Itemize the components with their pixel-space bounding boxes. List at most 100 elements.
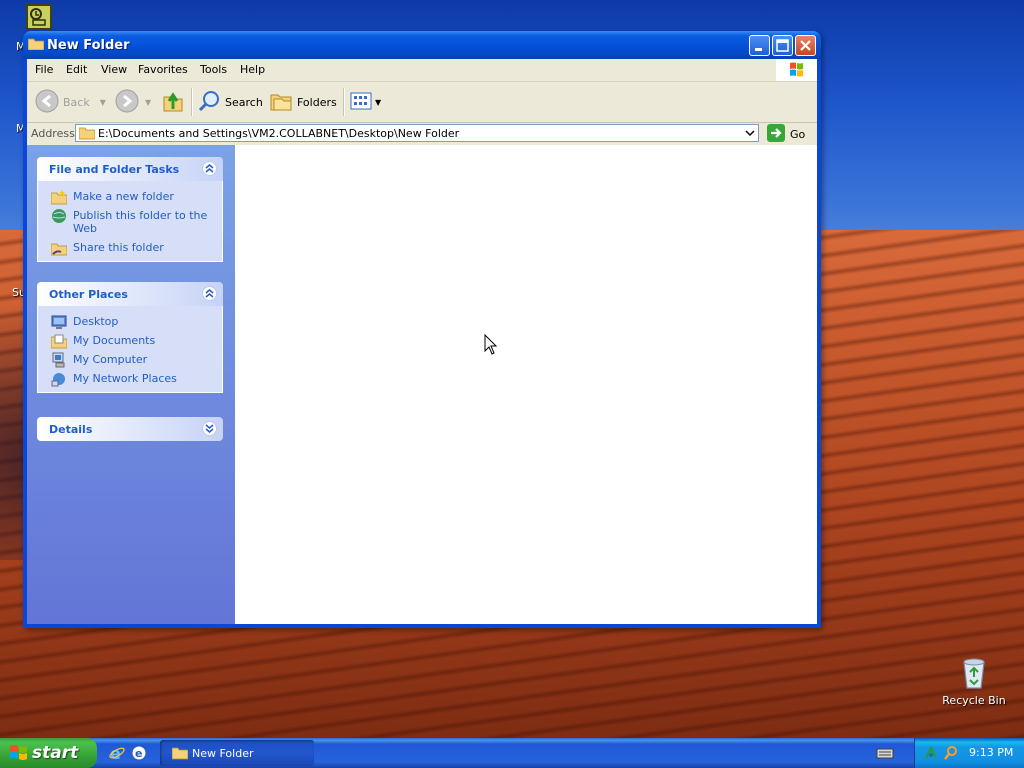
search-icon xyxy=(197,89,221,116)
task-label: Share this folder xyxy=(73,241,164,254)
internet-explorer-icon[interactable]: e xyxy=(108,744,126,765)
menu-bar: File Edit View Favorites Tools Help xyxy=(27,59,817,82)
task-pane: File and Folder Tasks Make a new folder xyxy=(27,145,235,624)
views-button[interactable]: ▼ xyxy=(349,89,381,115)
task-publish-folder[interactable]: Publish this folder to the Web xyxy=(38,206,222,238)
maximize-icon xyxy=(773,36,792,55)
place-label: My Network Places xyxy=(73,372,177,385)
windows-flag-icon xyxy=(9,744,29,765)
collapse-chevron-icon[interactable] xyxy=(202,286,217,301)
keyboard-icon[interactable] xyxy=(876,746,894,763)
share-folder-icon xyxy=(50,240,68,256)
address-dropdown-icon[interactable] xyxy=(742,125,758,141)
toolbar-separator xyxy=(191,88,193,116)
mouse-cursor-icon xyxy=(484,333,498,356)
collapse-chevron-icon[interactable] xyxy=(202,161,217,176)
up-folder-button[interactable] xyxy=(161,89,185,115)
panel-header[interactable]: File and Folder Tasks xyxy=(37,157,223,181)
task-make-new-folder[interactable]: Make a new folder xyxy=(38,187,222,206)
search-tray-icon[interactable] xyxy=(943,745,959,764)
minimize-button[interactable] xyxy=(749,35,770,56)
details-panel: Details xyxy=(37,417,223,441)
globe-icon xyxy=(51,208,67,224)
start-label: start xyxy=(32,743,79,763)
my-documents-icon xyxy=(50,333,68,349)
expand-chevron-icon[interactable] xyxy=(202,421,217,436)
recycle-bin-label: Recycle Bin xyxy=(942,694,1006,707)
title-bar[interactable]: New Folder xyxy=(23,31,821,59)
views-icon xyxy=(349,89,373,116)
svg-text:e: e xyxy=(135,747,142,760)
back-label: Back xyxy=(63,95,90,109)
new-folder-icon xyxy=(50,189,68,205)
folder-content-area[interactable] xyxy=(235,145,817,624)
menu-tools[interactable]: Tools xyxy=(200,63,227,76)
folder-icon xyxy=(78,126,96,143)
forward-button[interactable]: ▼ xyxy=(115,89,151,115)
up-folder-icon xyxy=(161,89,185,116)
panel-title: File and Folder Tasks xyxy=(49,163,180,176)
views-dropdown-icon[interactable]: ▼ xyxy=(375,98,381,107)
recycle-bin[interactable]: Recycle Bin xyxy=(934,656,1014,707)
place-my-documents[interactable]: My Documents xyxy=(38,331,222,350)
place-my-network-places[interactable]: My Network Places xyxy=(38,369,222,388)
forward-arrow-icon xyxy=(115,89,139,116)
address-input[interactable]: E:\Documents and Settings\VM2.COLLABNET\… xyxy=(75,124,759,142)
windows-logo-icon xyxy=(776,59,817,81)
folders-button[interactable]: Folders xyxy=(269,89,337,115)
system-tray: 9:13 PM xyxy=(914,738,1024,768)
window-title: New Folder xyxy=(47,38,130,53)
go-button[interactable]: Go xyxy=(767,123,806,145)
address-bar: Address E:\Documents and Settings\VM2.CO… xyxy=(27,123,817,146)
taskbar-button-label: New Folder xyxy=(192,747,254,760)
taskbar: start e e New Folder 9:13 PM xyxy=(0,738,1024,768)
menu-favorites[interactable]: Favorites xyxy=(138,63,188,76)
back-dropdown-icon[interactable]: ▼ xyxy=(100,98,106,107)
place-desktop[interactable]: Desktop xyxy=(38,312,222,331)
panel-title: Details xyxy=(49,423,93,436)
back-button[interactable]: Back ▼ xyxy=(35,89,106,115)
minimize-icon xyxy=(750,36,769,55)
maximize-button[interactable] xyxy=(772,35,793,56)
network-places-icon xyxy=(51,371,67,387)
panel-body: Make a new folder Publish this folder to… xyxy=(37,181,223,262)
folder-icon xyxy=(171,746,189,763)
place-label: Desktop xyxy=(73,315,119,328)
panel-title: Other Places xyxy=(49,288,128,301)
search-button[interactable]: Search xyxy=(197,89,263,115)
address-label: Address xyxy=(31,127,75,140)
menu-help[interactable]: Help xyxy=(240,63,265,76)
desktop-shortcut-icon[interactable] xyxy=(26,4,52,30)
close-button[interactable] xyxy=(795,35,816,56)
close-icon xyxy=(796,36,815,55)
menu-file[interactable]: File xyxy=(35,63,53,76)
address-path: E:\Documents and Settings\VM2.COLLABNET\… xyxy=(98,127,460,140)
folder-icon xyxy=(27,37,45,51)
back-arrow-icon xyxy=(35,89,59,116)
go-arrow-icon xyxy=(767,123,785,145)
my-computer-icon xyxy=(51,352,67,368)
other-places-panel: Other Places Desktop My Documents My Com… xyxy=(37,282,223,393)
panel-header[interactable]: Other Places xyxy=(37,282,223,306)
menu-edit[interactable]: Edit xyxy=(66,63,87,76)
go-label: Go xyxy=(790,127,806,141)
forward-dropdown-icon[interactable]: ▼ xyxy=(145,98,151,107)
window-client: File Edit View Favorites Tools Help Back… xyxy=(27,59,817,624)
task-share-folder[interactable]: Share this folder xyxy=(38,238,222,257)
network-tray-icon[interactable] xyxy=(923,745,939,764)
show-desktop-icon[interactable]: e xyxy=(130,744,148,765)
toolbar-separator xyxy=(343,88,345,116)
desktop-icon xyxy=(51,314,67,330)
recycle-bin-icon xyxy=(957,656,991,690)
place-label: My Documents xyxy=(73,334,156,347)
toolbar: Back ▼ ▼ Search Folders ▼ xyxy=(27,82,817,123)
start-button[interactable]: start xyxy=(0,738,97,768)
file-folder-tasks-panel: File and Folder Tasks Make a new folder xyxy=(37,157,223,262)
panel-body: Desktop My Documents My Computer My Netw… xyxy=(37,306,223,393)
place-my-computer[interactable]: My Computer xyxy=(38,350,222,369)
place-label: My Computer xyxy=(73,353,148,366)
explorer-window: New Folder File Edit View Favorites Tool… xyxy=(23,31,821,628)
panel-header[interactable]: Details xyxy=(37,417,223,441)
menu-view[interactable]: View xyxy=(101,63,127,76)
taskbar-button-new-folder[interactable]: New Folder xyxy=(160,740,314,766)
